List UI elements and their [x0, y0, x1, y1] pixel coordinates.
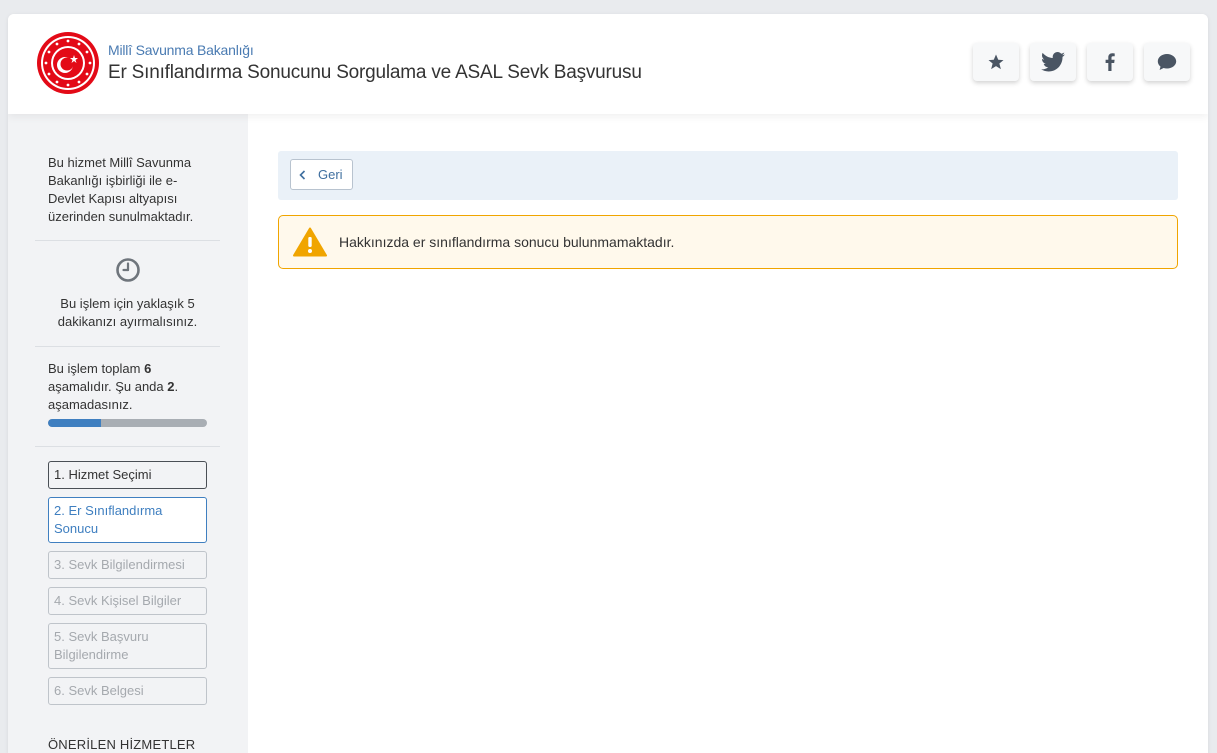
facebook-share-button[interactable] — [1087, 43, 1133, 81]
divider — [35, 446, 220, 447]
step-item: 6. Sevk Belgesi — [48, 677, 207, 705]
main-content: Geri Hakkınızda er sınıflandırma sonucu … — [248, 114, 1208, 753]
alert-message: Hakkınızda er sınıflandırma sonucu bulun… — [339, 234, 675, 250]
page-container: Millî Savunma Bakanlığı Er Sınıflandırma… — [8, 14, 1208, 753]
total-steps: 6 — [144, 361, 152, 376]
step-progress-text: Bu işlem toplam 6 aşamalıdır. Şu anda 2.… — [48, 360, 218, 414]
divider — [35, 240, 220, 241]
step-item[interactable]: 2. Er Sınıflandırma Sonucu — [48, 497, 207, 543]
progress-bar — [48, 419, 207, 427]
service-info-text: Bu hizmet Millî Savunma Bakanlığı işbirl… — [48, 155, 194, 224]
time-estimate: Bu işlem için yaklaşık 5 dakikanızı ayır… — [57, 296, 198, 329]
step-item: 5. Sevk Başvuru Bilgilendirme — [48, 623, 207, 669]
share-buttons — [973, 43, 1190, 81]
warning-icon — [293, 227, 327, 257]
step-text-mid: aşamalıdır. Şu anda — [48, 379, 168, 394]
divider — [35, 346, 220, 347]
warning-alert: Hakkınızda er sınıflandırma sonucu bulun… — [278, 215, 1178, 269]
step-item[interactable]: 1. Hizmet Seçimi — [48, 461, 207, 489]
star-icon — [988, 54, 1004, 70]
sidebar: Bu hizmet Millî Savunma Bakanlığı işbirl… — [8, 114, 248, 753]
twitter-icon — [1041, 52, 1065, 72]
back-button-label: Geri — [318, 167, 343, 182]
step-list: 1. Hizmet Seçimi 2. Er Sınıflandırma Sonu… — [48, 461, 207, 713]
facebook-icon — [1105, 53, 1115, 71]
feedback-button[interactable] — [1144, 43, 1190, 81]
action-toolbar: Geri — [278, 151, 1178, 200]
page-header: Millî Savunma Bakanlığı Er Sınıflandırma… — [8, 14, 1208, 114]
msb-logo-icon[interactable] — [36, 31, 100, 95]
recommended-services-heading: ÖNERİLEN HİZMETLER — [48, 737, 196, 752]
back-button[interactable]: Geri — [290, 159, 353, 190]
step-text-prefix: Bu işlem toplam — [48, 361, 145, 376]
step-item: 3. Sevk Bilgilendirmesi — [48, 551, 207, 579]
step-item: 4. Sevk Kişisel Bilgiler — [48, 587, 207, 615]
favorite-button[interactable] — [973, 43, 1019, 81]
clock-icon — [116, 258, 140, 282]
comment-icon — [1157, 54, 1177, 70]
org-name[interactable]: Millî Savunma Bakanlığı — [108, 42, 254, 58]
page-title: Er Sınıflandırma Sonucunu Sorgulama ve A… — [108, 62, 642, 83]
chevron-left-icon — [299, 169, 306, 180]
progress-bar-fill — [48, 419, 101, 427]
twitter-share-button[interactable] — [1030, 43, 1076, 81]
